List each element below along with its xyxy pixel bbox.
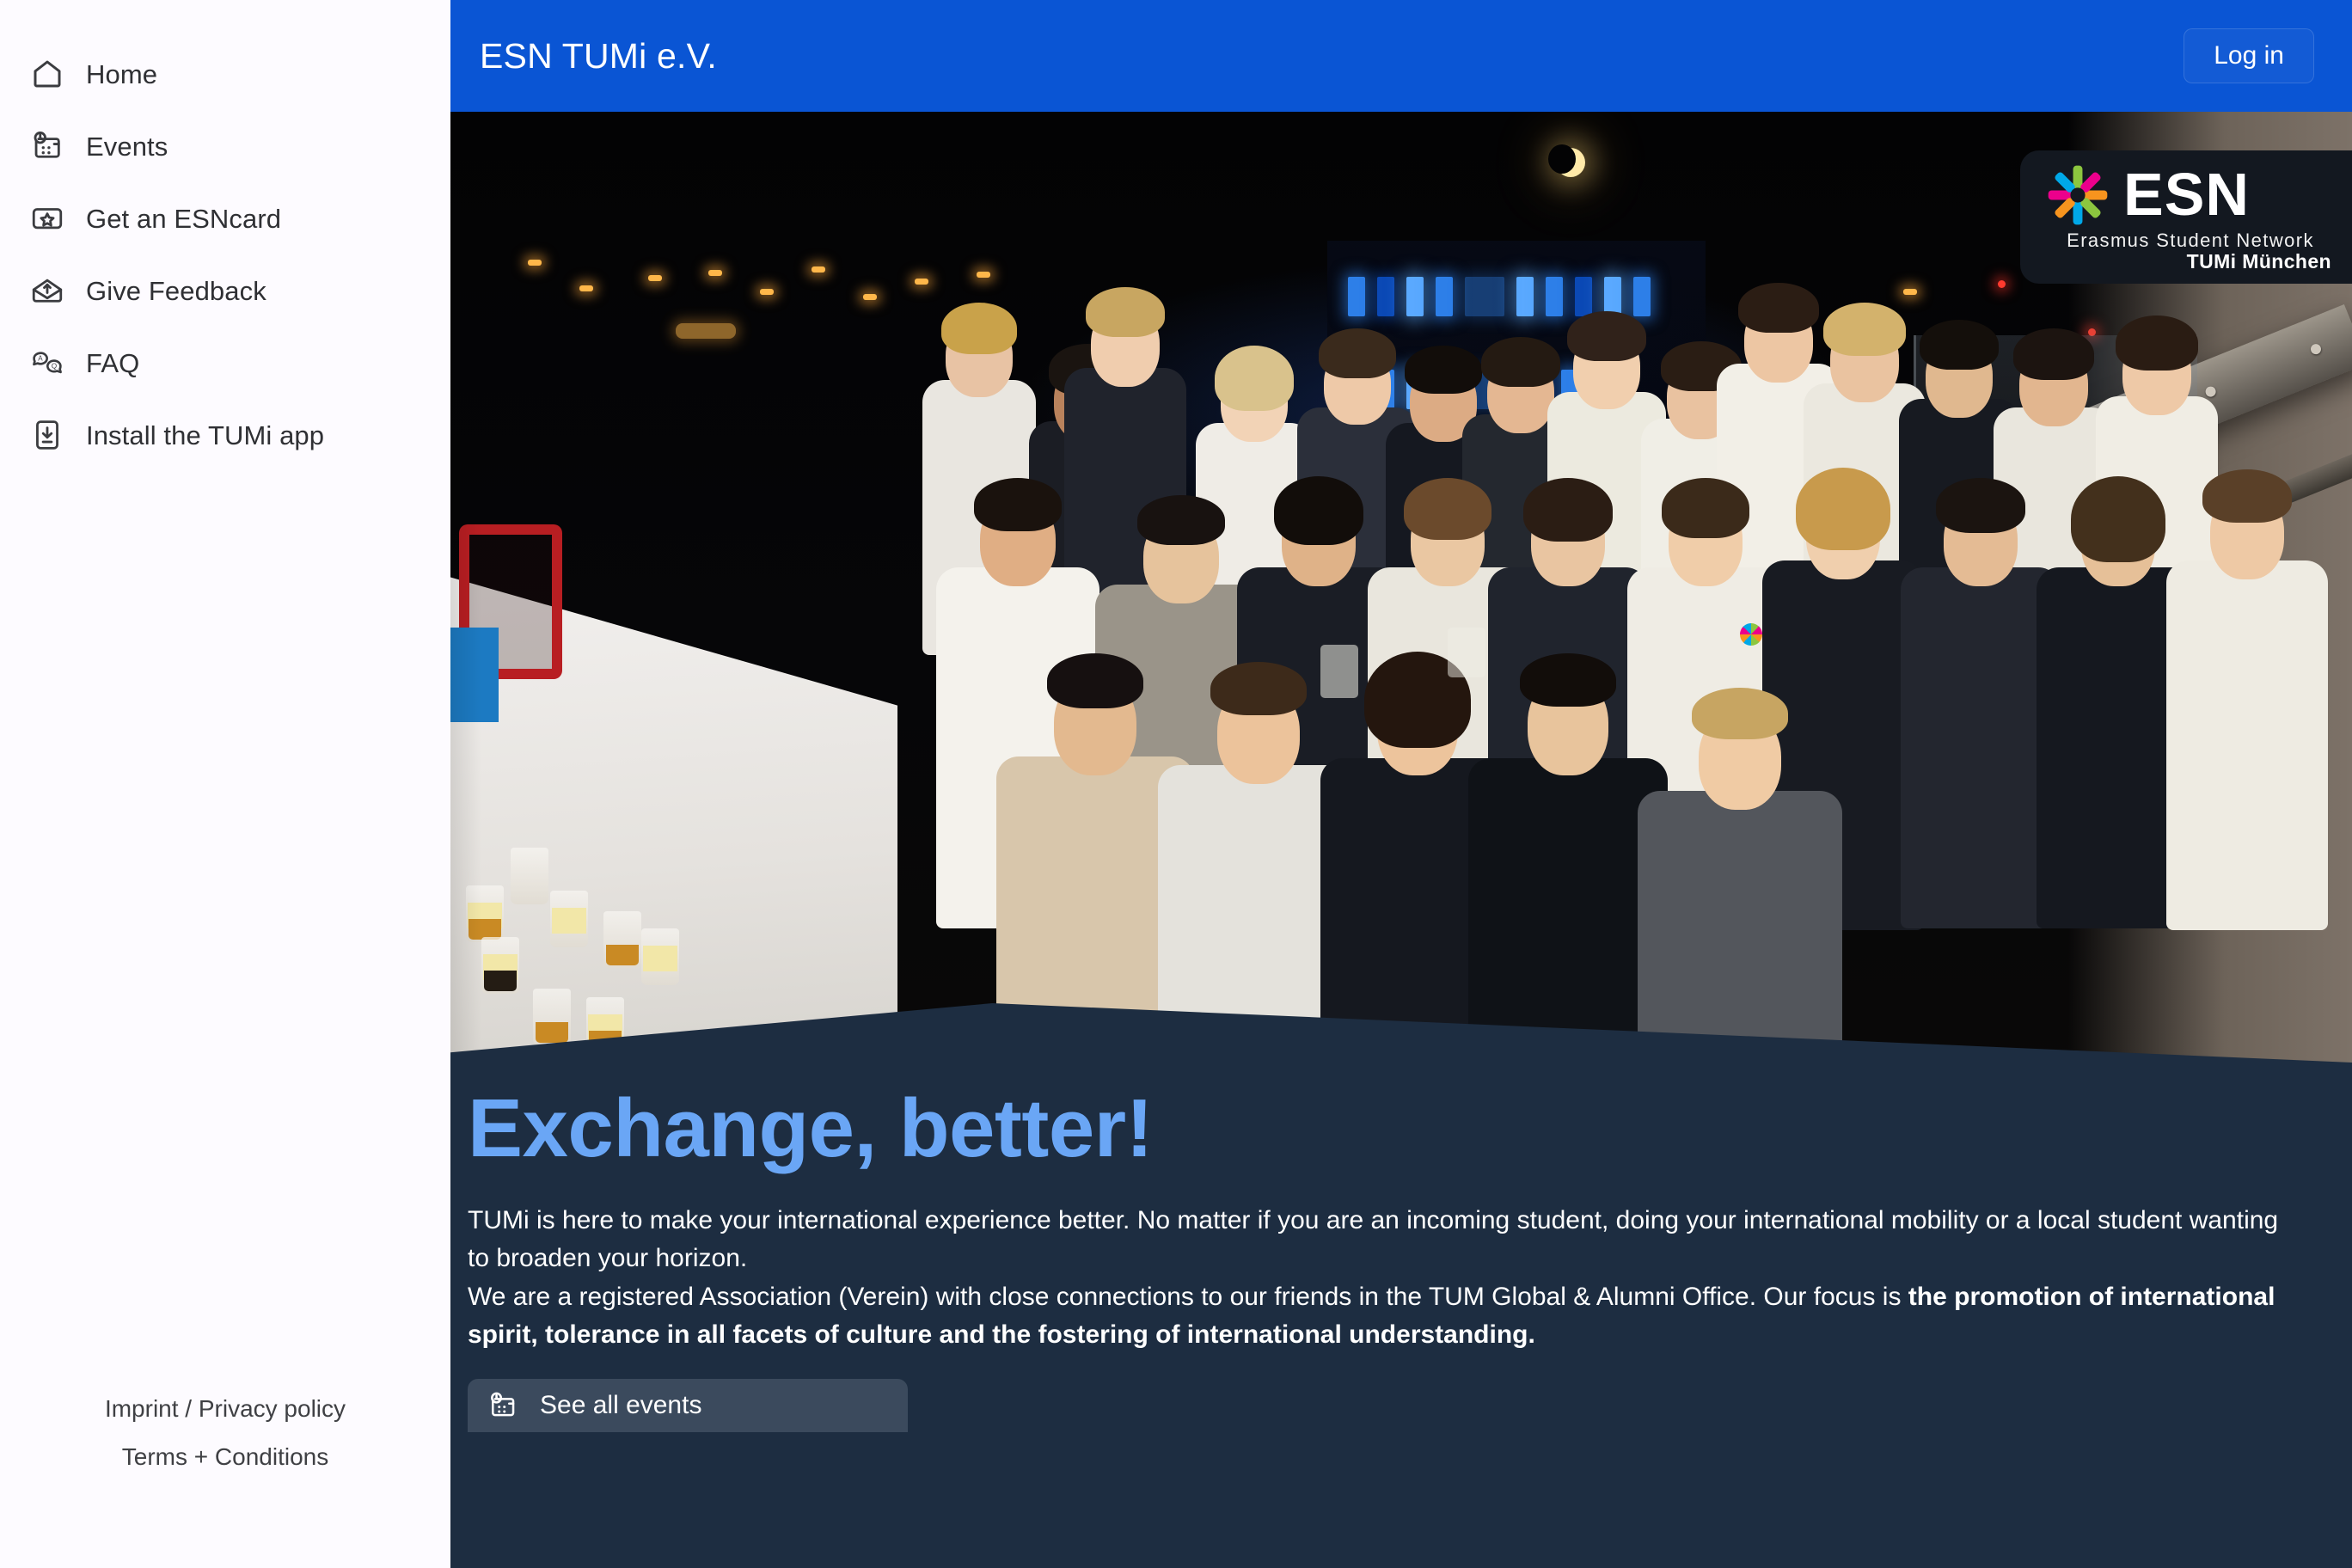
- see-all-events-button[interactable]: See all events: [468, 1379, 908, 1432]
- person: [2166, 447, 2328, 930]
- esn-pin-icon: [1740, 623, 1762, 646]
- sidebar-nav: Home Events Get an ESNcard Give Feedback…: [0, 38, 450, 471]
- open-envelope-upload-icon: [29, 273, 65, 309]
- sidebar-item-events[interactable]: Events: [0, 110, 450, 182]
- app-title: ESN TUMi e.V.: [480, 35, 718, 76]
- sidebar-footer: Imprint / Privacy policy Terms + Conditi…: [0, 1393, 450, 1568]
- page-title: Exchange, better!: [468, 1082, 1154, 1174]
- main-content: ESN TUMi e.V. Log in ESN Erasmus Student…: [450, 0, 2352, 1568]
- esn-logo-badge: ESN Erasmus Student Network TUMi München: [2020, 150, 2352, 284]
- person: [1901, 456, 2061, 928]
- sidebar-item-label: FAQ: [86, 347, 140, 378]
- hero-paragraph-1: TUMi is here to make your international …: [468, 1206, 2279, 1273]
- hero-content: Exchange, better! TUMi is here to make y…: [450, 894, 2352, 1568]
- esn-star-icon: [2044, 162, 2111, 229]
- terms-conditions-link[interactable]: Terms + Conditions: [122, 1441, 328, 1473]
- hero-paragraph-2-lead: We are a registered Association (Verein)…: [468, 1282, 1908, 1311]
- see-all-events-label: See all events: [540, 1391, 702, 1419]
- esn-subtitle: Erasmus Student Network: [2067, 229, 2314, 251]
- person: [2037, 456, 2200, 928]
- sidebar-item-get-an-esncard[interactable]: Get an ESNcard: [0, 182, 450, 254]
- phone-download-icon: [29, 417, 65, 453]
- sidebar-item-faq[interactable]: A Q FAQ: [0, 327, 450, 399]
- sidebar-item-label: Events: [86, 131, 168, 162]
- sidebar-item-home[interactable]: Home: [0, 38, 450, 110]
- login-button[interactable]: Log in: [2184, 28, 2314, 83]
- events-calendar-clock-icon: [29, 128, 65, 164]
- esn-section-name: TUMi München: [2186, 249, 2331, 273]
- card-star-icon: [29, 200, 65, 236]
- hero-description: TUMi is here to make your international …: [468, 1202, 2290, 1355]
- sidebar-item-label: Home: [86, 58, 158, 89]
- topbar: ESN TUMi e.V. Log in: [450, 0, 2352, 112]
- page-root: Home Events Get an ESNcard Give Feedback…: [0, 0, 2352, 1568]
- svg-text:A: A: [38, 354, 43, 362]
- svg-text:Q: Q: [52, 363, 57, 371]
- sidebar-item-label: Give Feedback: [86, 275, 266, 306]
- drink-glass: [1448, 628, 1485, 677]
- imprint-privacy-link[interactable]: Imprint / Privacy policy: [105, 1393, 346, 1425]
- drink-glass: [1320, 645, 1358, 698]
- sidebar-item-install-the-tumi-app[interactable]: Install the TUMi app: [0, 399, 450, 471]
- sidebar: Home Events Get an ESNcard Give Feedback…: [0, 0, 481, 1568]
- events-calendar-clock-icon: [487, 1389, 519, 1422]
- esn-logo-row: ESN: [2044, 162, 2337, 229]
- sidebar-item-give-feedback[interactable]: Give Feedback: [0, 254, 450, 327]
- esn-wordmark: ESN: [2123, 161, 2250, 229]
- chat-bubbles-qa-icon: A Q: [29, 345, 65, 381]
- sidebar-item-label: Install the TUMi app: [86, 420, 325, 450]
- sidebar-item-label: Get an ESNcard: [86, 203, 282, 234]
- home-icon: [29, 56, 65, 92]
